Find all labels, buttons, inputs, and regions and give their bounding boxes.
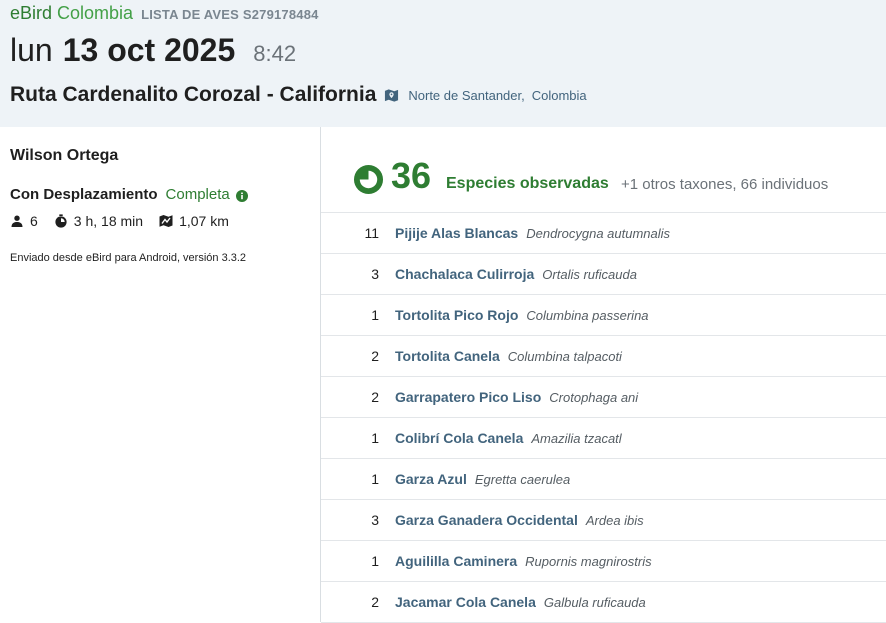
brand[interactable]: eBird Colombia LISTA DE AVES S279178484 [10, 3, 319, 25]
distance-stat: 1,07 km [159, 213, 229, 229]
species-link[interactable]: Colibrí Cola Canela [395, 430, 523, 446]
observation-count: 2 [371, 348, 379, 364]
species-summary: 36 Especies observadas +1 otros taxones,… [321, 127, 886, 213]
species-link[interactable]: Tortolita Canela [395, 348, 500, 364]
brand-portal[interactable]: Colombia [57, 3, 133, 24]
observation-list: 11 Pijije Alas Blancas Dendrocygna autum… [321, 213, 886, 623]
observation-row: 2 Garrapatero Pico Liso Crotophaga ani [321, 377, 886, 418]
scientific-name: Amazilia tzacatl [531, 430, 622, 446]
duration: 3 h, 18 min [73, 213, 144, 229]
brand-ebird[interactable]: eBird [10, 3, 52, 24]
completion-status: Completa [165, 186, 230, 203]
observation-count: 2 [371, 594, 379, 610]
distance: 1,07 km [179, 213, 229, 229]
species-link[interactable]: Tortolita Pico Rojo [395, 307, 518, 323]
observation-count: 3 [371, 512, 379, 528]
observations-panel: 36 Especies observadas +1 otros taxones,… [321, 127, 886, 623]
observation-row: 11 Pijije Alas Blancas Dendrocygna autum… [321, 213, 886, 254]
species-count: 36 [391, 155, 432, 196]
observation-row: 1 Aguililla Caminera Rupornis magnirostr… [321, 541, 886, 582]
checklist-date: lun 13 oct 2025 8:42 [10, 32, 296, 76]
location-region[interactable]: Norte de Santander, [408, 88, 524, 103]
map-icon[interactable] [384, 88, 399, 103]
duration-stat: 3 h, 18 min [54, 213, 143, 229]
observation-count: 2 [371, 389, 379, 405]
protocol-row: Con Desplazamiento Completa [10, 186, 248, 203]
observers-stat: 6 [10, 213, 38, 229]
scientific-name: Galbula ruficauda [543, 594, 646, 610]
observation-count: 11 [364, 225, 379, 241]
time: 8:42 [253, 41, 297, 66]
weekday: lun [10, 32, 53, 68]
observation-row: 3 Garza Ganadera Occidental Ardea ibis [321, 500, 886, 541]
species-extra: +1 otros taxones, 66 individuos [621, 176, 829, 193]
protocol: Con Desplazamiento [10, 186, 158, 203]
observers-count: 6 [30, 213, 38, 229]
observation-count: 1 [371, 430, 379, 446]
observation-count: 1 [371, 471, 379, 487]
location: Ruta Cardenalito Corozal - California No… [10, 81, 587, 109]
species-link[interactable]: Pijije Alas Blancas [395, 225, 518, 241]
observation-row: 1 Tortolita Pico Rojo Columbina passerin… [321, 295, 886, 336]
observation-row: 3 Chachalaca Culirroja Ortalis ruficauda [321, 254, 886, 295]
route-icon [159, 215, 173, 227]
checklist-details: Wilson Ortega Con Desplazamiento Complet… [0, 127, 320, 622]
scientific-name: Crotophaga ani [549, 389, 639, 405]
observation-count: 1 [371, 307, 379, 323]
species-link[interactable]: Chachalaca Culirroja [395, 266, 534, 282]
observer-name[interactable]: Wilson Ortega [10, 147, 118, 165]
observation-count: 3 [371, 266, 379, 282]
submission-source: Enviado desde eBird para Android, versió… [10, 252, 247, 264]
scientific-name: Egretta caerulea [474, 471, 571, 487]
species-link[interactable]: Garza Azul [395, 471, 467, 487]
location-country[interactable]: Colombia [532, 88, 587, 103]
date: 13 oct 2025 [62, 32, 236, 68]
scientific-name: Ardea ibis [585, 512, 644, 528]
observation-row: 2 Tortolita Canela Columbina talpacoti [321, 336, 886, 377]
info-icon[interactable] [235, 189, 248, 202]
checklist-header: eBird Colombia LISTA DE AVES S279178484 … [0, 0, 886, 127]
scientific-name: Ortalis ruficauda [542, 266, 637, 282]
species-label: Especies observadas [446, 175, 609, 192]
location-name[interactable]: Ruta Cardenalito Corozal - California [10, 83, 376, 107]
species-link[interactable]: Garza Ganadera Occidental [395, 512, 578, 528]
observation-row: 2 Jacamar Cola Canela Galbula ruficauda [321, 582, 886, 623]
scientific-name: Rupornis magnirostris [525, 553, 652, 569]
scientific-name: Columbina passerina [526, 307, 649, 323]
species-link[interactable]: Garrapatero Pico Liso [395, 389, 541, 405]
scientific-name: Columbina talpacoti [507, 348, 622, 364]
observation-count: 1 [371, 553, 379, 569]
checklist-id: LISTA DE AVES S279178484 [141, 7, 319, 22]
stopwatch-icon [55, 214, 67, 228]
observation-row: 1 Colibrí Cola Canela Amazilia tzacatl [321, 418, 886, 459]
effort-stats: 6 3 h, 18 min 1,07 km [10, 213, 245, 229]
person-icon [11, 215, 23, 227]
scientific-name: Dendrocygna autumnalis [526, 225, 671, 241]
species-link[interactable]: Jacamar Cola Canela [395, 594, 536, 610]
species-link[interactable]: Aguililla Caminera [395, 553, 517, 569]
species-circle-icon [353, 164, 384, 195]
observation-row: 1 Garza Azul Egretta caerulea [321, 459, 886, 500]
